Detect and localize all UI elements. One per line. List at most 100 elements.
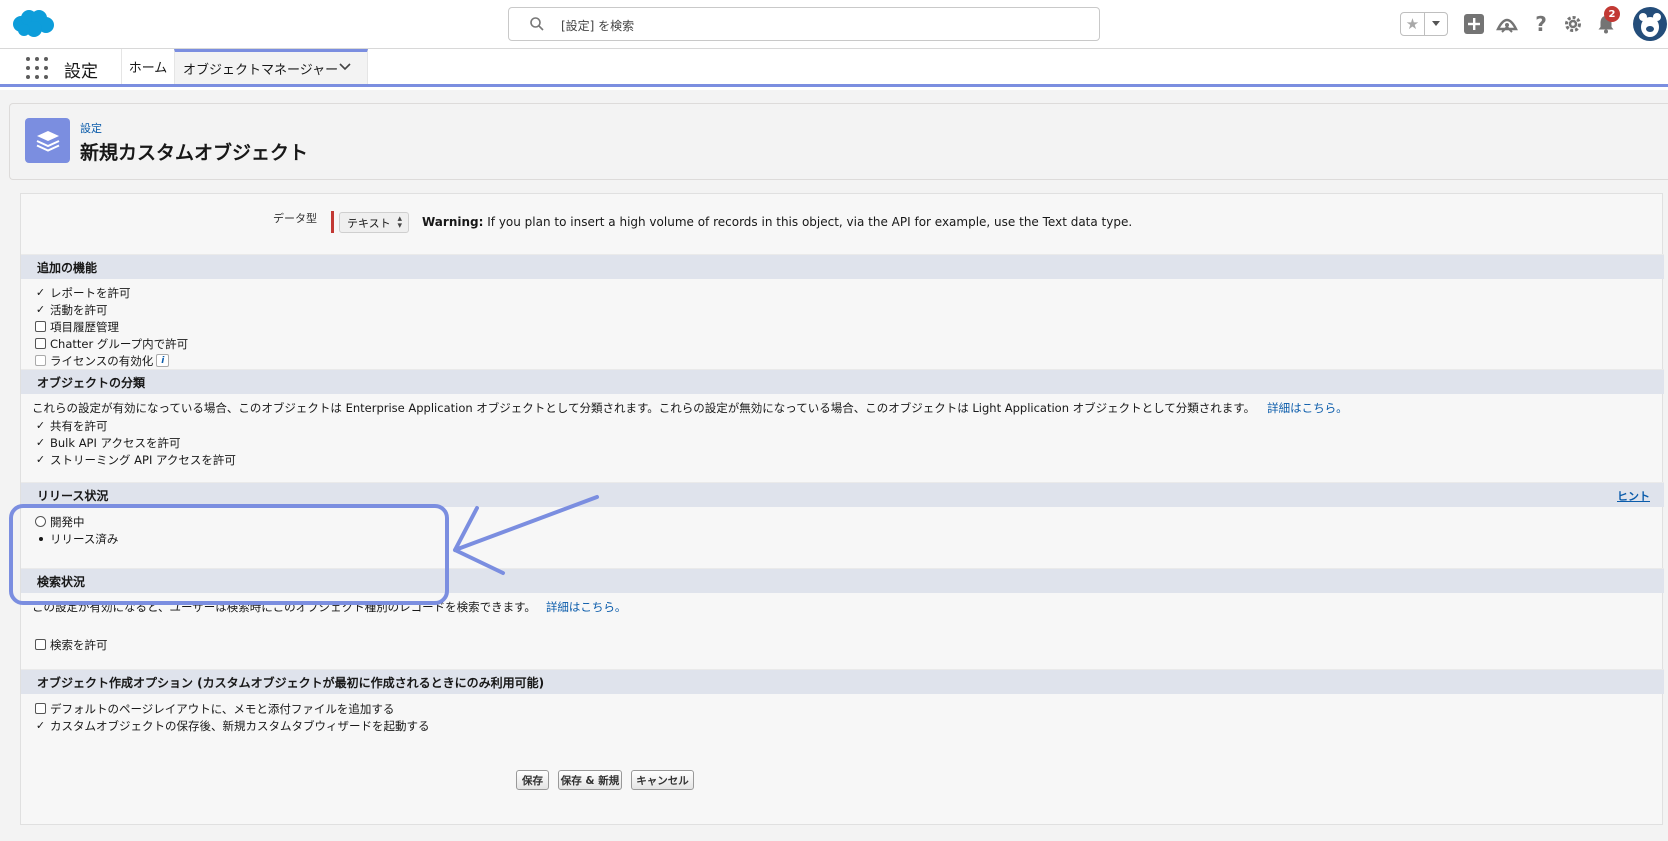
checkbox-empty[interactable] xyxy=(35,703,46,714)
checkbox-field-history[interactable]: 項目履歴管理 xyxy=(35,318,119,335)
tab-object-manager-label: オブジェクトマネージャー xyxy=(183,62,339,78)
app-launcher-icon[interactable] xyxy=(26,57,48,79)
checkmark-icon: ✓ xyxy=(35,303,46,316)
checkmark-icon: ✓ xyxy=(35,719,46,732)
checkbox-allow-streaming-api[interactable]: ✓ ストリーミング API アクセスを許可 xyxy=(35,451,236,468)
radio-label: リリース済み xyxy=(50,531,119,546)
description-text: これらの設定が有効になっている場合、このオブジェクトは Enterprise A… xyxy=(32,401,1256,415)
checkbox-label: デフォルトのページレイアウトに、メモと添付ファイルを追加する xyxy=(50,701,395,716)
checkbox-label: 活動を許可 xyxy=(50,302,108,317)
page-header: 設定 新規カスタムオブジェクト xyxy=(9,103,1668,180)
global-actions-button[interactable] xyxy=(1462,12,1486,36)
favorite-star-button[interactable]: ★ xyxy=(1401,13,1424,35)
section-object-classification: オブジェクトの分類 xyxy=(21,369,1664,394)
checkbox-empty[interactable] xyxy=(35,338,46,349)
checkbox-allow-bulk-api[interactable]: ✓ Bulk API アクセスを許可 xyxy=(35,434,181,451)
classification-description: これらの設定が有効になっている場合、このオブジェクトは Enterprise A… xyxy=(32,400,1348,416)
checkbox-allow-search[interactable]: 検索を許可 xyxy=(35,636,108,653)
gear-icon xyxy=(1565,16,1581,32)
new-object-form: データ型 テキスト ▴ ▾ Warning: If you plan to ins… xyxy=(20,193,1664,825)
trailhead-button[interactable] xyxy=(1495,12,1519,36)
app-name: 設定 xyxy=(64,62,98,82)
chevron-down-icon xyxy=(1431,21,1440,26)
checkbox-allow-activities[interactable]: ✓ 活動を許可 xyxy=(35,301,108,318)
warning-label: Warning: xyxy=(422,215,484,229)
checkbox-label: ライセンスの有効化 xyxy=(50,353,154,368)
optional-features-body: ✓ レポートを許可 ✓ 活動を許可 項目履歴管理 Chatter グループ内で許可 … xyxy=(21,280,1664,376)
custom-object-stack-icon xyxy=(25,118,70,163)
avatar[interactable] xyxy=(1633,7,1667,41)
favorites-group: ★ xyxy=(1400,12,1448,36)
search-icon xyxy=(529,16,545,32)
object-classification-body: これらの設定が有効になっている場合、このオブジェクトは Enterprise A… xyxy=(21,395,1664,483)
data-type-select[interactable]: テキスト ▴ ▾ xyxy=(339,212,409,233)
radio-deployed[interactable]: リリース済み xyxy=(35,530,118,547)
info-icon[interactable]: i xyxy=(156,354,170,367)
warning-text: If you plan to insert a high volume of r… xyxy=(483,215,1133,229)
star-icon: ★ xyxy=(1405,15,1420,33)
section-optional-features: 追加の機能 xyxy=(21,254,1664,279)
radio-label: 開発中 xyxy=(50,514,85,529)
checkmark-icon: ✓ xyxy=(35,419,46,432)
help-button[interactable]: ? xyxy=(1529,12,1553,36)
checkbox-label: 共有を許可 xyxy=(50,418,108,433)
search-status-body: この設定が有効になると、ユーザーは検索時にこのオブジェクト種別のレコードを検索で… xyxy=(21,594,1664,674)
checkbox-add-notes-attachments[interactable]: デフォルトのページレイアウトに、メモと添付ファイルを追加する xyxy=(35,700,394,717)
search-more-link[interactable]: 詳細はこちら。 xyxy=(546,600,627,614)
form-button-row: 保存 保存 & 新規 キャンセル xyxy=(21,764,1664,804)
save-button[interactable]: 保存 xyxy=(516,770,549,790)
section-deployment-status: リリース状況 ヒント xyxy=(21,482,1664,507)
cancel-button[interactable]: キャンセル xyxy=(631,770,694,790)
search-placeholder: [設定] を検索 xyxy=(561,19,635,33)
checkbox-allow-sharing[interactable]: ✓ 共有を許可 xyxy=(35,417,108,434)
checkbox-enable-licensing[interactable]: ライセンスの有効化 i xyxy=(35,352,170,369)
checkbox-chatter-groups[interactable]: Chatter グループ内で許可 xyxy=(35,335,188,352)
chevron-down-icon[interactable] xyxy=(339,63,351,71)
favorites-list-button[interactable] xyxy=(1423,13,1447,35)
checkbox-empty[interactable] xyxy=(35,321,46,332)
checkbox-allow-reports[interactable]: ✓ レポートを許可 xyxy=(35,284,131,301)
breadcrumb[interactable]: 設定 xyxy=(80,120,102,136)
hint-link[interactable]: ヒント xyxy=(1617,488,1650,504)
data-type-warning: Warning: If you plan to insert a high vo… xyxy=(422,215,1132,229)
notification-count-badge: 2 xyxy=(1604,6,1620,22)
description-text: この設定が有効になると、ユーザーは検索時にこのオブジェクト種別のレコードを検索で… xyxy=(32,600,536,614)
save-and-new-button[interactable]: 保存 & 新規 xyxy=(558,770,622,790)
radio-in-development[interactable]: 開発中 xyxy=(35,513,85,530)
checkbox-label: Bulk API アクセスを許可 xyxy=(50,435,181,450)
plus-icon xyxy=(1464,14,1484,34)
checkbox-label: ストリーミング API アクセスを許可 xyxy=(50,452,236,467)
checkmark-icon: ✓ xyxy=(35,453,46,466)
setup-button[interactable] xyxy=(1561,12,1585,36)
data-type-selected-value: テキスト xyxy=(347,216,391,230)
trailhead-icon xyxy=(1496,18,1518,33)
creation-options-body: デフォルトのページレイアウトに、メモと添付ファイルを追加する ✓ カスタムオブジェ… xyxy=(21,695,1664,755)
data-type-row: データ型 テキスト ▴ ▾ Warning: If you plan to ins… xyxy=(21,194,1664,254)
search-description: この設定が有効になると、ユーザーは検索時にこのオブジェクト種別のレコードを検索で… xyxy=(32,599,626,615)
checkbox-label: レポートを許可 xyxy=(50,285,131,300)
checkbox-label: 検索を許可 xyxy=(50,637,108,652)
app-nav-bar: 設定 ホーム オブジェクトマネージャー xyxy=(0,49,1668,87)
checkbox-empty[interactable] xyxy=(35,639,46,650)
tab-object-manager[interactable]: オブジェクトマネージャー xyxy=(174,49,368,84)
page-title: 新規カスタムオブジェクト xyxy=(80,142,309,164)
checkmark-icon: ✓ xyxy=(35,286,46,299)
section-search-status: 検索状況 xyxy=(21,568,1664,593)
required-indicator xyxy=(331,211,334,233)
select-arrows-icon: ▴ ▾ xyxy=(397,214,402,231)
checkbox-empty[interactable] xyxy=(35,355,46,366)
checkbox-label: Chatter グループ内で許可 xyxy=(50,336,189,351)
radio-selected[interactable] xyxy=(35,536,46,541)
classification-more-link[interactable]: 詳細はこちら。 xyxy=(1267,401,1348,415)
radio-unselected[interactable] xyxy=(35,516,46,527)
checkbox-launch-tab-wizard[interactable]: ✓ カスタムオブジェクトの保存後、新規カスタムタブウィザードを起動する xyxy=(35,717,430,734)
global-header: [設定] を検索 ★ ? 2 xyxy=(0,0,1668,49)
checkbox-label: 項目履歴管理 xyxy=(50,319,119,334)
section-creation-options: オブジェクト作成オプション (カスタムオブジェクトが最初に作成されるときにのみ利… xyxy=(21,669,1664,694)
global-search-input[interactable]: [設定] を検索 xyxy=(508,7,1100,41)
tab-home[interactable]: ホーム xyxy=(121,49,174,84)
deployment-status-body: 開発中 リリース済み xyxy=(21,508,1664,562)
checkbox-label: カスタムオブジェクトの保存後、新規カスタムタブウィザードを起動する xyxy=(50,718,430,733)
data-type-label: データ型 xyxy=(273,212,317,225)
salesforce-cloud-logo[interactable] xyxy=(10,9,56,39)
